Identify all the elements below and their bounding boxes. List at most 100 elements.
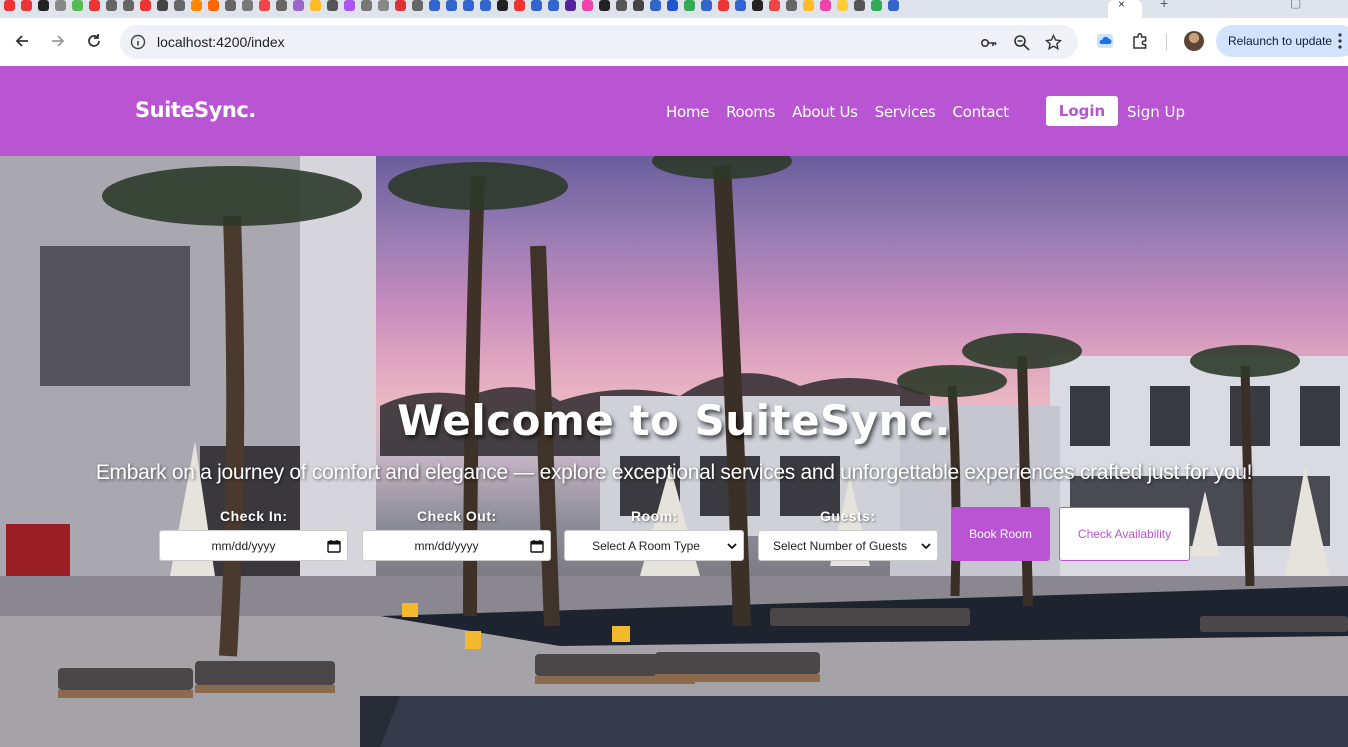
github-favicon[interactable] [616, 0, 627, 11]
checkout-value: mm/dd/yyyy [414, 538, 479, 553]
youtube-favicon[interactable] [21, 0, 32, 11]
blue-favicon[interactable] [429, 0, 440, 11]
login-button[interactable]: Login [1046, 96, 1118, 126]
github-favicon[interactable] [55, 0, 66, 11]
github-favicon[interactable] [174, 0, 185, 11]
pink-favicon[interactable] [820, 0, 831, 11]
guests-label: Guests: [820, 508, 876, 524]
medium-favicon[interactable] [497, 0, 508, 11]
password-key-icon[interactable] [980, 34, 997, 51]
book-room-button[interactable]: Book Room [951, 507, 1050, 561]
hero-subtitle: Embark on a journey of comfort and elega… [95, 461, 1253, 484]
browser-menu-icon[interactable] [1338, 32, 1342, 50]
nav-contact[interactable]: Contact [953, 103, 1010, 121]
address-bar[interactable]: localhost:4200/index [120, 25, 1078, 59]
puzzle-favicon[interactable] [378, 0, 389, 11]
brand-logo[interactable]: SuiteSync. [135, 98, 256, 122]
dark-favicon[interactable] [633, 0, 644, 11]
youtube-favicon[interactable] [718, 0, 729, 11]
blue-favicon[interactable] [463, 0, 474, 11]
red-favicon[interactable] [89, 0, 100, 11]
resort-background-image [0, 156, 1348, 747]
forward-button[interactable] [47, 30, 69, 52]
red-favicon[interactable] [395, 0, 406, 11]
stack-favicon[interactable] [293, 0, 304, 11]
tab-favicons[interactable] [4, 0, 899, 12]
red-favicon[interactable] [769, 0, 780, 11]
blue-favicon[interactable] [667, 0, 678, 11]
calendar-icon[interactable] [327, 539, 341, 553]
hero-section: Welcome to SuiteSync. Embark on a journe… [0, 156, 1348, 747]
blue-favicon[interactable] [548, 0, 559, 11]
extensions-puzzle-icon[interactable] [1131, 32, 1149, 50]
blue-favicon[interactable] [650, 0, 661, 11]
youtube-favicon[interactable] [140, 0, 151, 11]
leaf-favicon[interactable] [72, 0, 83, 11]
github-favicon[interactable] [123, 0, 134, 11]
github-favicon[interactable] [106, 0, 117, 11]
orange-favicon[interactable] [208, 0, 219, 11]
nav-rooms[interactable]: Rooms [726, 103, 775, 121]
pin-favicon[interactable] [259, 0, 270, 11]
site-info-icon[interactable] [130, 34, 146, 50]
hero-title: Welcome to SuiteSync. [397, 396, 951, 445]
signup-link[interactable]: Sign Up [1127, 103, 1185, 121]
dark-favicon[interactable] [599, 0, 610, 11]
checkout-date-input[interactable]: mm/dd/yyyy [362, 530, 551, 561]
browser-toolbar: localhost:4200/index Relaunch to update [0, 18, 1348, 66]
blue-favicon[interactable] [531, 0, 542, 11]
purple-favicon[interactable] [565, 0, 576, 11]
github-favicon[interactable] [225, 0, 236, 11]
pink-favicon[interactable] [582, 0, 593, 11]
github-favicon[interactable] [412, 0, 423, 11]
tab-close-icon[interactable]: × [1118, 0, 1125, 11]
github-favicon[interactable] [786, 0, 797, 11]
orange-favicon[interactable] [191, 0, 202, 11]
github-favicon[interactable] [854, 0, 865, 11]
reload-button[interactable] [83, 30, 105, 52]
new-tab-icon[interactable]: + [1160, 0, 1168, 11]
back-button[interactable] [11, 30, 33, 52]
room-type-select[interactable]: Select A Room Type [564, 530, 744, 561]
yellow-favicon[interactable] [837, 0, 848, 11]
star-favicon[interactable] [803, 0, 814, 11]
profile-avatar[interactable] [1184, 31, 1204, 51]
nav-about-us[interactable]: About Us [792, 103, 858, 121]
url-text[interactable]: localhost:4200/index [157, 34, 285, 50]
github-favicon[interactable] [361, 0, 372, 11]
zoom-icon[interactable] [1013, 34, 1030, 51]
blue-favicon[interactable] [701, 0, 712, 11]
yellow-favicon[interactable] [310, 0, 321, 11]
room-label: Room: [631, 508, 678, 524]
window-restore-icon[interactable]: ▢ [1290, 0, 1301, 10]
github-favicon[interactable] [327, 0, 338, 11]
guests-select[interactable]: Select Number of Guests [758, 530, 938, 561]
youtube-favicon[interactable] [4, 0, 15, 11]
green-favicon[interactable] [871, 0, 882, 11]
dark-favicon[interactable] [752, 0, 763, 11]
github-favicon[interactable] [276, 0, 287, 11]
purple-favicon[interactable] [344, 0, 355, 11]
room-type-value: Select A Room Type [592, 538, 700, 553]
forward-arrow-icon [52, 35, 65, 47]
bookmark-star-icon[interactable] [1045, 34, 1062, 51]
blue-favicon[interactable] [446, 0, 457, 11]
calendar-icon[interactable] [530, 539, 544, 553]
green-favicon[interactable] [684, 0, 695, 11]
chevron-down-icon [727, 542, 737, 549]
checkout-label: Check Out: [417, 508, 497, 524]
github-favicon[interactable] [157, 0, 168, 11]
youtube-favicon[interactable] [514, 0, 525, 11]
terminal-favicon[interactable] [38, 0, 49, 11]
check-availability-button[interactable]: Check Availability [1059, 507, 1190, 561]
blue-favicon[interactable] [480, 0, 491, 11]
blue-favicon[interactable] [888, 0, 899, 11]
nav-home[interactable]: Home [666, 103, 709, 121]
github-favicon[interactable] [242, 0, 253, 11]
checkin-date-input[interactable]: mm/dd/yyyy [159, 530, 348, 561]
nav-services[interactable]: Services [875, 103, 936, 121]
cloud-extension-icon[interactable] [1096, 32, 1114, 50]
chevron-down-icon [921, 542, 931, 549]
relaunch-to-update-button[interactable]: Relaunch to update [1216, 25, 1348, 57]
blue-favicon[interactable] [735, 0, 746, 11]
